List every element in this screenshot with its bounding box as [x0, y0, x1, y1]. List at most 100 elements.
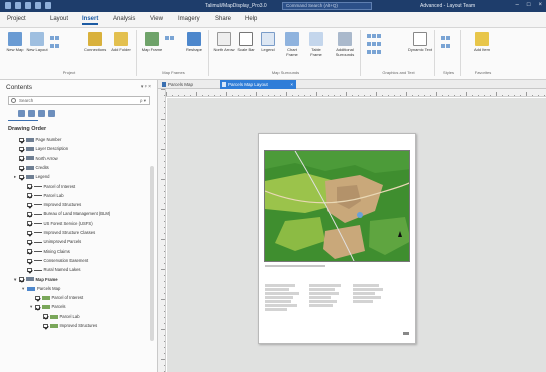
- tree-item[interactable]: Layer Description: [14, 145, 68, 153]
- visibility-checkbox[interactable]: [27, 202, 32, 208]
- tab-insert[interactable]: Insert: [82, 16, 99, 25]
- layout-page[interactable]: [258, 133, 416, 344]
- visibility-checkbox[interactable]: [19, 174, 24, 180]
- dynamic-text-button[interactable]: Dynamic Text: [407, 32, 433, 64]
- tab-share[interactable]: Share: [215, 16, 231, 22]
- minimize-icon[interactable]: –: [516, 2, 519, 9]
- open-icon[interactable]: [25, 2, 31, 9]
- tree-item[interactable]: Improved Structures: [38, 322, 97, 330]
- tab-project[interactable]: Project: [7, 16, 26, 22]
- visibility-checkbox[interactable]: [19, 165, 24, 171]
- tab-analysis[interactable]: Analysis: [113, 16, 135, 22]
- reshape-button[interactable]: Reshape: [183, 32, 205, 64]
- page-number[interactable]: [403, 332, 409, 335]
- tree-item[interactable]: Bureau of Land Management (BLM): [22, 210, 110, 218]
- small-buttons[interactable]: [50, 36, 66, 41]
- list-by-editing-icon[interactable]: [48, 110, 55, 117]
- tab-parcels-map-layout[interactable]: Parcels Map Layout ×: [220, 80, 296, 89]
- table-frame-button[interactable]: Table Frame: [305, 32, 327, 64]
- visibility-checkbox[interactable]: [19, 156, 24, 161]
- tab-view[interactable]: View: [150, 16, 163, 22]
- tree-item[interactable]: Improved Structure Classes: [22, 229, 95, 237]
- tree-item[interactable]: Page Number: [14, 136, 61, 144]
- chevron-down-icon[interactable]: ρ ▾: [140, 97, 146, 104]
- list-by-selection-icon[interactable]: [38, 110, 45, 117]
- visibility-checkbox[interactable]: [27, 249, 32, 254]
- list-by-source-icon[interactable]: [28, 110, 35, 117]
- graphics-buttons[interactable]: [367, 34, 383, 39]
- map-frame-button[interactable]: Map Frame: [141, 32, 163, 64]
- tab-imagery[interactable]: Imagery: [178, 16, 200, 22]
- north-arrow-button[interactable]: North Arrow: [213, 32, 235, 64]
- contents-search-input[interactable]: Search ρ ▾: [8, 96, 150, 105]
- chart-icon: [285, 32, 299, 46]
- visibility-checkbox[interactable]: [43, 323, 48, 329]
- connections-button[interactable]: Connections: [84, 32, 106, 64]
- tree-item[interactable]: Parcel Lab: [22, 192, 64, 200]
- ruler-tick: [164, 341, 165, 342]
- new-layout-button[interactable]: New Layout: [26, 32, 48, 64]
- tree-item[interactable]: US Forest Service (USFS): [22, 220, 93, 228]
- visibility-checkbox[interactable]: [27, 184, 32, 189]
- legend-element[interactable]: [265, 284, 410, 324]
- small-buttons[interactable]: [165, 36, 181, 41]
- redo-icon[interactable]: [45, 2, 51, 9]
- tree-item[interactable]: ▸ Legend: [14, 173, 49, 181]
- visibility-checkbox[interactable]: [27, 221, 32, 226]
- visibility-checkbox[interactable]: [35, 295, 40, 301]
- visibility-checkbox[interactable]: [43, 314, 48, 319]
- maximize-icon[interactable]: □: [527, 2, 531, 9]
- list-by-drawing-order-icon[interactable]: [18, 110, 25, 117]
- tree-item[interactable]: ▾ Map Frame: [14, 276, 58, 284]
- chart-frame-button[interactable]: Chart Frame: [281, 32, 303, 64]
- close-icon[interactable]: ×: [290, 80, 293, 89]
- tree-item[interactable]: Mining Claims: [22, 248, 70, 256]
- visibility-checkbox[interactable]: [27, 239, 32, 245]
- tab-parcels-map[interactable]: Parcels Map: [160, 80, 218, 89]
- tree-item[interactable]: Parcel Lab: [38, 313, 80, 321]
- visibility-checkbox[interactable]: [27, 230, 32, 236]
- graphics-buttons[interactable]: [367, 50, 383, 55]
- save-icon[interactable]: [15, 2, 21, 9]
- new-map-button[interactable]: New Map: [4, 32, 26, 64]
- visibility-checkbox[interactable]: [27, 212, 32, 217]
- frame-icon: [25, 277, 34, 282]
- visibility-checkbox[interactable]: [19, 146, 24, 152]
- small-buttons[interactable]: [50, 44, 66, 49]
- ruler-tick: [172, 95, 173, 96]
- style-buttons[interactable]: [441, 36, 457, 41]
- tree-item[interactable]: Improved Structures: [22, 201, 81, 209]
- add-folder-button[interactable]: Add Folder: [110, 32, 132, 64]
- tab-help[interactable]: Help: [245, 16, 257, 22]
- tree-item[interactable]: Unimproved Parcels: [22, 238, 81, 246]
- command-search-input[interactable]: Command Search (Alt+Q): [282, 2, 372, 10]
- visibility-checkbox[interactable]: [27, 193, 32, 198]
- tree-item[interactable]: Rural Named Lakes: [22, 266, 81, 274]
- undo-icon[interactable]: [35, 2, 41, 9]
- visibility-checkbox[interactable]: [35, 305, 40, 310]
- tree-item[interactable]: Credits: [14, 164, 49, 172]
- pane-controls[interactable]: ▾ ᵖ ×: [141, 84, 151, 90]
- additional-surrounds-button[interactable]: Additional Surrounds: [331, 32, 359, 64]
- visibility-checkbox[interactable]: [19, 277, 24, 282]
- credits-text[interactable]: [265, 265, 325, 267]
- map-frame[interactable]: [264, 150, 410, 262]
- close-icon[interactable]: ×: [538, 2, 542, 9]
- graphics-buttons[interactable]: [367, 42, 383, 47]
- scale-bar-button[interactable]: Scale Bar: [235, 32, 257, 64]
- tree-item[interactable]: Conservation Easement: [22, 257, 88, 265]
- tree-item[interactable]: Parcel of Interest: [22, 183, 75, 191]
- visibility-checkbox[interactable]: [27, 267, 32, 273]
- tree-item[interactable]: ▾ Parcels Map: [22, 285, 60, 293]
- tree-item[interactable]: North Arrow: [14, 155, 58, 163]
- tab-layout[interactable]: Layout: [50, 16, 68, 22]
- add-item-button[interactable]: Add Item: [469, 32, 495, 64]
- style-buttons[interactable]: [441, 44, 457, 49]
- tree-item[interactable]: Parcel of Interest: [30, 294, 83, 302]
- legend-button[interactable]: Legend: [257, 32, 279, 64]
- contents-scrollbar[interactable]: [150, 166, 154, 341]
- visibility-checkbox[interactable]: [19, 137, 24, 143]
- ruler-tick: [164, 281, 165, 282]
- tree-item[interactable]: ▾ Parcels: [30, 303, 65, 311]
- visibility-checkbox[interactable]: [27, 258, 32, 264]
